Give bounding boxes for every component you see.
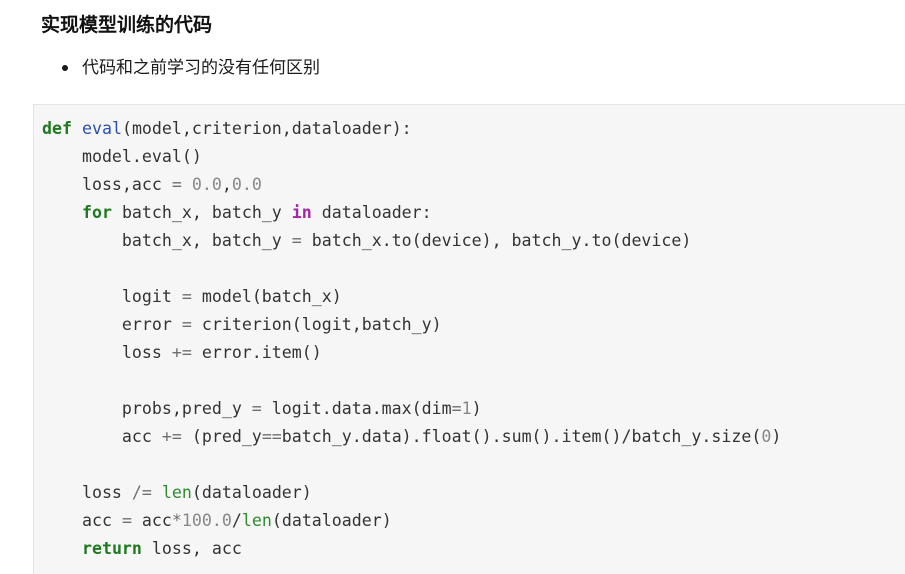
code-token: batch_x, batch_y [111,203,292,222]
code-token: probs,pred_y [42,399,252,418]
code-line: loss,acc = 0.0,0.0 [42,171,781,199]
code-token: len [241,511,272,530]
code-line: loss += error.item() [42,339,781,367]
code-token: = [251,399,262,418]
code-line: probs,pred_y = logit.data.max(dim=1) [42,395,781,423]
code-token: batch_x.to(device), batch_y.to(device) [301,231,692,250]
code-token: (pred_y [181,427,262,446]
code-token: = [291,231,302,250]
code-listing: def eval(model,criterion,dataloader): mo… [42,115,781,563]
code-token: loss, acc [141,539,242,558]
code-line: acc = acc*100.0/len(dataloader) [42,507,781,535]
code-line: error = criterion(logit,batch_y) [42,311,781,339]
code-line: logit = model(batch_x) [42,283,781,311]
code-token: += [161,427,182,446]
code-token: model.eval() [42,147,202,166]
code-token: model(batch_x) [191,287,342,306]
code-token: loss,acc [42,175,172,194]
code-token: , [221,175,232,194]
code-line: acc += (pred_y==batch_y.data).float().su… [42,423,781,451]
code-token: /= [131,483,152,502]
code-token: dataloader: [311,203,432,222]
code-token: 1 [461,399,472,418]
code-line: batch_x, batch_y = batch_x.to(device), b… [42,227,781,255]
code-token: in [291,203,312,222]
code-token: logit.data.max(dim [261,399,452,418]
code-token: = [451,399,462,418]
code-token: * [171,511,182,530]
code-token: (model,criterion,dataloader): [121,119,412,138]
code-token: ) [771,427,782,446]
bullet-text: 代码和之前学习的没有任何区别 [82,58,320,78]
code-token: = [181,315,192,334]
code-token: = [181,287,192,306]
code-token: for [81,203,112,222]
code-token: batch_x, batch_y [42,231,292,250]
code-token: / [231,511,242,530]
code-token: loss [42,343,172,362]
code-token: len [161,483,192,502]
bullet-item: 代码和之前学习的没有任何区别 [62,55,320,81]
code-token: acc [42,427,162,446]
code-token: batch_y.data).float().sum().item()/batch… [281,427,762,446]
code-line: for batch_x, batch_y in dataloader: [42,199,781,227]
code-line: def eval(model,criterion,dataloader): [42,115,781,143]
code-token: (dataloader) [271,511,392,530]
code-token: def [42,119,72,138]
code-token: error.item() [191,343,322,362]
section-heading: 实现模型训练的代码 [41,14,213,36]
code-token: logit [42,287,182,306]
code-token: = [171,175,182,194]
code-token: acc [131,511,172,530]
bullet-list: 代码和之前学习的没有任何区别 [62,55,320,81]
code-token: acc [42,511,122,530]
code-token: 0 [761,427,772,446]
code-token: ) [471,399,482,418]
code-token: 0.0 [191,175,222,194]
code-token: = [121,511,132,530]
code-token: criterion(logit,batch_y) [191,315,442,334]
code-line: model.eval() [42,143,781,171]
code-block[interactable]: def eval(model,criterion,dataloader): mo… [33,104,905,574]
code-token: (dataloader) [191,483,312,502]
code-line: return loss, acc [42,535,781,563]
code-token: 100.0 [181,511,232,530]
code-token: eval [81,119,122,138]
code-token: error [42,315,182,334]
code-token: += [171,343,192,362]
bullet-dot [62,65,68,71]
code-line: loss /= len(dataloader) [42,479,781,507]
code-token: loss [42,483,132,502]
code-token: return [81,539,142,558]
code-token: == [261,427,282,446]
code-token: 0.0 [231,175,262,194]
